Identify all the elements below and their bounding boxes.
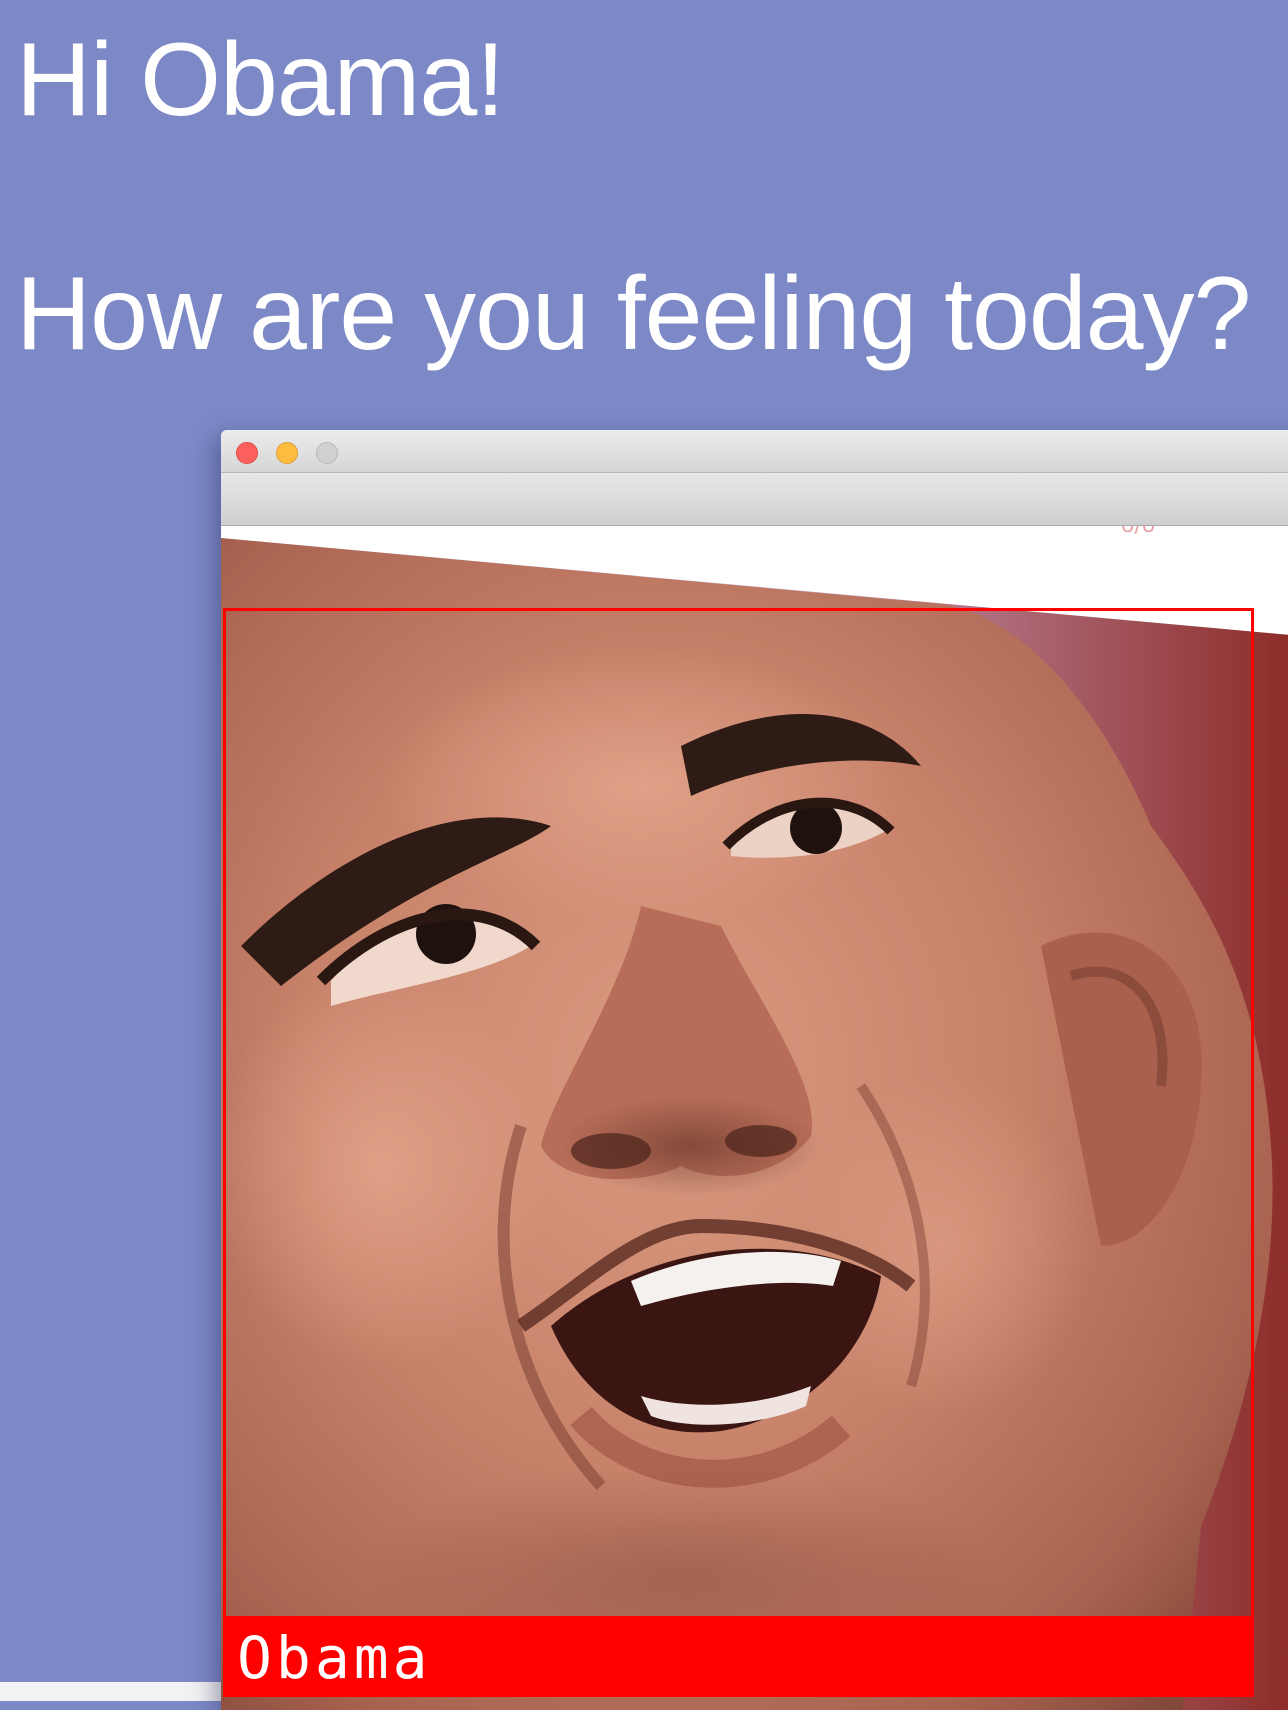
face-label-bar: Obama (223, 1619, 1254, 1697)
camera-window: o/o (221, 430, 1288, 1710)
zoom-window-icon[interactable] (316, 442, 338, 464)
face-label: Obama (237, 1624, 432, 1692)
window-toolbar (221, 473, 1288, 526)
greeting-question: How are you feeling today? (16, 256, 1251, 372)
svg-text:o/o: o/o (1121, 526, 1155, 538)
camera-feed: o/o (221, 526, 1288, 1710)
bottom-edge-strip (0, 1682, 222, 1701)
minimize-window-icon[interactable] (276, 442, 298, 464)
face-detection-box (223, 608, 1254, 1619)
window-titlebar[interactable] (221, 430, 1288, 473)
greeting-title: Hi Obama! (16, 22, 505, 138)
close-window-icon[interactable] (236, 442, 258, 464)
